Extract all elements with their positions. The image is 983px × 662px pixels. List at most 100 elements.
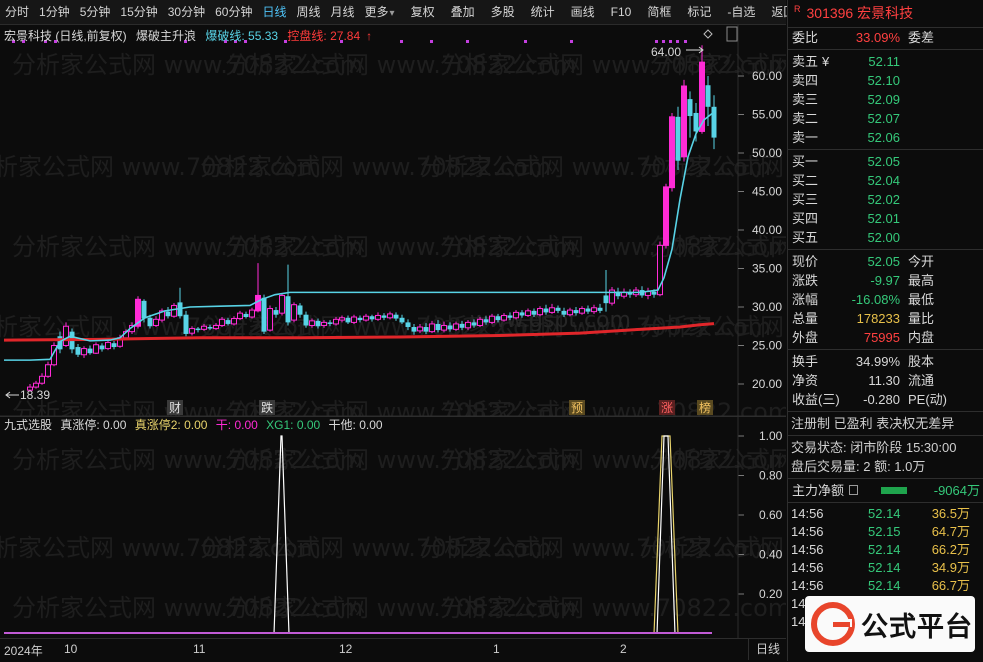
- yuan-icon: ¥: [822, 54, 830, 69]
- trade-row: 14:56 52.14 66.2万: [788, 541, 983, 559]
- sell-price: 52.09: [867, 92, 900, 107]
- tool-button-8[interactable]: -自选: [722, 0, 760, 24]
- sell-row[interactable]: 卖三 52.09: [788, 90, 983, 109]
- sell-row[interactable]: 卖一 52.06: [788, 128, 983, 147]
- period-tab-6[interactable]: 日线: [257, 0, 291, 24]
- candle-body-down: [87, 348, 93, 354]
- high-price-label: 64.00: [651, 45, 681, 59]
- trade-volume: 36.5万: [931, 506, 970, 521]
- buy-row[interactable]: 买一 52.05: [788, 152, 983, 171]
- sell-row[interactable]: 卖二 52.07: [788, 109, 983, 128]
- trade-price: 52.14: [868, 542, 901, 557]
- buy-row[interactable]: 买五 52.00: [788, 228, 983, 247]
- candle-body-surge: [663, 186, 669, 246]
- trade-volume: 64.7万: [931, 524, 970, 539]
- more-chevron-icon[interactable]: ▾: [390, 8, 395, 19]
- period-tab-3[interactable]: 15分钟: [115, 0, 162, 24]
- date-label-oct: 10: [64, 642, 78, 656]
- period-tab-0[interactable]: 分时: [0, 0, 34, 24]
- period-tab-7[interactable]: 周线: [291, 0, 325, 24]
- period-tab-8[interactable]: 月线: [326, 0, 360, 24]
- signal-dot: [430, 40, 433, 43]
- sub-chart-header: 九式选股 真涨停: 0.00 真涨停2: 0.00 干: 0.00 XG1: 0…: [4, 416, 388, 433]
- stat-label: 涨跌: [792, 273, 819, 288]
- period-tab-9[interactable]: 更多▾: [360, 0, 400, 24]
- sell-row[interactable]: 卖五 52.11 ¥: [788, 52, 983, 71]
- candle-body-down: [357, 317, 363, 321]
- stat2-value: 34.99%: [855, 354, 900, 369]
- candle-body-down: [261, 297, 267, 332]
- stat-label: 现价: [792, 254, 819, 269]
- stat2-label: 换手: [792, 354, 819, 369]
- candle-body-down: [531, 310, 537, 315]
- candle-body-down: [423, 327, 429, 332]
- period-tab-5[interactable]: 60分钟: [210, 0, 257, 24]
- stat-value: 52.05: [867, 254, 900, 269]
- buy-row[interactable]: 买二 52.04: [788, 171, 983, 190]
- period-tab-1[interactable]: 1分钟: [34, 0, 75, 24]
- tool-button-0[interactable]: 复权: [406, 0, 440, 24]
- sub-indicator-chart[interactable]: 分析家公式网 www.70822.com分析家公式网 www.70822.com…: [0, 416, 786, 638]
- candle-body-down: [507, 315, 513, 318]
- trade-status: 交易状态: 闭市阶段 15:30:00: [791, 440, 957, 455]
- sell-price: 52.10: [867, 73, 900, 88]
- signal-dot: [669, 40, 672, 43]
- period-selector-button[interactable]: 日线: [748, 638, 787, 660]
- tool-button-7[interactable]: 标记: [682, 0, 716, 24]
- sell-row[interactable]: 卖四 52.10: [788, 71, 983, 90]
- price-axis: 60.00 55.00 50.00 45.00 40.00 35.00 30.00 25.00…: [738, 69, 782, 391]
- candle-body-down: [195, 328, 201, 331]
- buy-row[interactable]: 买四 52.01: [788, 209, 983, 228]
- buy-row[interactable]: 买三 52.02: [788, 190, 983, 209]
- divider: [788, 249, 983, 250]
- period-tab-4[interactable]: 30分钟: [163, 0, 210, 24]
- candle-body-down: [597, 307, 603, 311]
- price-tick-label: 60.00: [752, 69, 782, 83]
- event-mark[interactable]: 预: [571, 401, 583, 415]
- period-tab-2[interactable]: 5分钟: [75, 0, 116, 24]
- candle-body-down: [111, 343, 117, 348]
- stat-label: 外盘: [792, 330, 819, 345]
- tool-button-1[interactable]: 叠加: [446, 0, 480, 24]
- weibi-value: 33.09%: [855, 30, 900, 45]
- trade-volume: 66.2万: [931, 542, 970, 557]
- flow-list-icon[interactable]: [849, 485, 858, 495]
- logo-text: 公式平台: [861, 611, 973, 643]
- candlestick-chart[interactable]: 分析家公式网 www.70822.com分析家公式网 www.70822.com…: [0, 25, 786, 417]
- tool-button-5[interactable]: F10: [606, 0, 637, 24]
- stat-value: 178233: [856, 311, 900, 326]
- sub-tick-label: 1.00: [759, 429, 783, 443]
- watermark-text: 分析家公式网 www.70822.com: [440, 398, 786, 417]
- indicator-name[interactable]: 爆破主升浪: [136, 29, 196, 43]
- trade-time: 14:56: [791, 524, 824, 539]
- tool-button-4[interactable]: 画线: [566, 0, 600, 24]
- trade-price: 52.14: [868, 560, 901, 575]
- sub-indicator-name[interactable]: 九式选股: [4, 418, 52, 432]
- event-mark[interactable]: 榜: [699, 400, 711, 415]
- tool-button-3[interactable]: 统计: [526, 0, 560, 24]
- event-mark[interactable]: 涨: [661, 400, 673, 415]
- stat-row: 涨幅 -16.08% 最低: [788, 290, 983, 309]
- candle-body-down: [345, 317, 351, 323]
- event-mark[interactable]: 财: [169, 401, 181, 415]
- main-flow-value: -9064万: [933, 483, 980, 498]
- tool-button-6[interactable]: 简框: [642, 0, 676, 24]
- date-label-jan: 1: [493, 642, 500, 656]
- trade-row: 14:56 52.15 64.7万: [788, 523, 983, 541]
- trade-time: 14:56: [791, 560, 824, 575]
- stats-block: 现价 52.05 今开 涨跌 -9.97 最高 涨幅 -16.08% 最低 总量 178233 量比外…: [788, 252, 983, 347]
- candle-body-down: [561, 310, 567, 315]
- panel-collapse-button[interactable]: [726, 26, 738, 42]
- candle-body-up: [417, 326, 423, 332]
- stat-label-2: 最低: [908, 292, 935, 307]
- candle-body-up: [231, 318, 237, 325]
- candle-body-down: [297, 305, 303, 315]
- event-mark[interactable]: 跌: [261, 400, 273, 415]
- candle-body-up: [153, 318, 159, 326]
- date-axis: 2024年 10 11 12 1 2: [0, 638, 786, 662]
- candle-body-up: [237, 312, 243, 320]
- tool-button-2[interactable]: 多股: [486, 0, 520, 24]
- main-flow-bar: [881, 487, 907, 494]
- trade-time: 14:56: [791, 542, 824, 557]
- stat-value: -16.08%: [851, 292, 900, 307]
